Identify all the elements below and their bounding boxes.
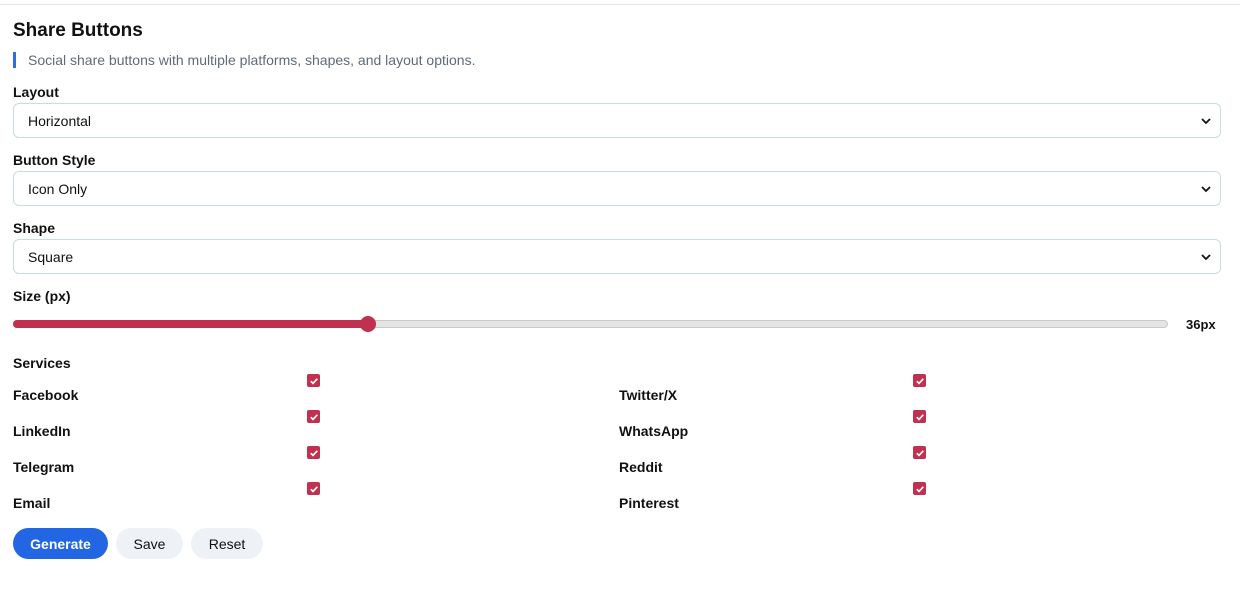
checkmark-icon bbox=[309, 377, 318, 385]
page-title: Share Buttons bbox=[13, 20, 143, 41]
pinterest-checkbox[interactable] bbox=[913, 482, 926, 495]
top-divider bbox=[0, 4, 1240, 5]
linkedin-checkbox[interactable] bbox=[307, 410, 320, 423]
checkmark-icon bbox=[915, 377, 924, 385]
facebook-checkbox[interactable] bbox=[307, 374, 320, 387]
layout-select[interactable]: Horizontal bbox=[13, 103, 1221, 138]
checkmark-icon bbox=[915, 485, 924, 493]
reddit-checkbox[interactable] bbox=[913, 446, 926, 459]
shape-select-value: Square bbox=[28, 248, 74, 265]
button-style-select[interactable]: Icon Only bbox=[13, 171, 1221, 206]
checkmark-icon bbox=[309, 485, 318, 493]
save-button[interactable]: Save bbox=[116, 528, 183, 559]
service-label-reddit: Reddit bbox=[619, 459, 663, 475]
service-label-email: Email bbox=[13, 495, 51, 511]
email-checkbox[interactable] bbox=[307, 482, 320, 495]
service-label-pinterest: Pinterest bbox=[619, 495, 679, 511]
service-label-twitter-x: Twitter/X bbox=[619, 387, 678, 403]
page-description: Social share buttons with multiple platf… bbox=[13, 52, 475, 68]
generate-button[interactable]: Generate bbox=[13, 528, 108, 559]
checkmark-icon bbox=[309, 413, 318, 421]
services-label: Services bbox=[13, 355, 71, 371]
whatsapp-checkbox[interactable] bbox=[913, 410, 926, 423]
button-style-label: Button Style bbox=[13, 152, 96, 168]
service-label-whatsapp: WhatsApp bbox=[619, 423, 689, 439]
chevron-down-icon bbox=[1201, 185, 1211, 192]
twitter-x-checkbox[interactable] bbox=[913, 374, 926, 387]
chevron-down-icon bbox=[1201, 253, 1211, 260]
reset-button[interactable]: Reset bbox=[191, 528, 263, 559]
checkmark-icon bbox=[915, 413, 924, 421]
telegram-checkbox[interactable] bbox=[307, 446, 320, 459]
shape-label: Shape bbox=[13, 220, 56, 236]
service-label-telegram: Telegram bbox=[13, 459, 75, 475]
service-label-linkedin: LinkedIn bbox=[13, 423, 71, 439]
layout-select-value: Horizontal bbox=[28, 112, 92, 129]
shape-select[interactable]: Square bbox=[13, 239, 1221, 274]
size-value: 36px bbox=[1186, 317, 1216, 332]
checkmark-icon bbox=[309, 449, 318, 457]
layout-label: Layout bbox=[13, 84, 59, 100]
size-slider-fill bbox=[13, 320, 368, 328]
size-label: Size (px) bbox=[13, 288, 71, 304]
size-slider-thumb[interactable] bbox=[360, 316, 376, 332]
checkmark-icon bbox=[915, 449, 924, 457]
button-style-select-value: Icon Only bbox=[28, 180, 88, 197]
chevron-down-icon bbox=[1201, 117, 1211, 124]
service-label-facebook: Facebook bbox=[13, 387, 79, 403]
